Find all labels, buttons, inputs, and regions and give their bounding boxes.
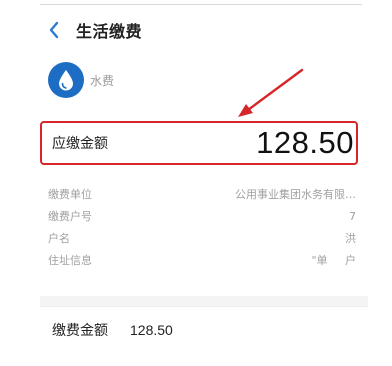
detail-row-name: 户名 洪: [48, 227, 356, 249]
nav-bar: 生活缴费: [48, 14, 142, 46]
detail-row-unit: 缴费单位 公用事业集团水务有限…: [48, 183, 356, 205]
detail-value: 7: [349, 209, 356, 223]
amount-due-value: 128.50: [256, 125, 354, 160]
bill-details: 缴费单位 公用事业集团水务有限… 缴费户号 7 户名 洪 住址信息 "单 户: [48, 183, 356, 271]
detail-label: 住址信息: [48, 254, 92, 267]
chevron-left-icon: [49, 21, 59, 39]
back-button[interactable]: [48, 19, 70, 41]
divider-line: [40, 306, 368, 307]
amount-due-label: 应缴金额: [52, 136, 108, 152]
detail-label: 缴费单位: [48, 188, 92, 201]
detail-label: 户名: [48, 232, 70, 245]
payment-screen: 生活缴费 水费 应缴金额 128.50 缴费单位 公用事业集团水务有限… 缴费户…: [0, 0, 392, 366]
pay-amount-label: 缴费金额: [52, 323, 108, 339]
detail-label: 缴费户号: [48, 210, 92, 223]
pay-amount-row: 缴费金额 128.50: [52, 320, 173, 340]
section-divider: [40, 296, 368, 306]
biz-type: 水费: [48, 62, 114, 98]
detail-row-account: 缴费户号 7: [48, 205, 356, 227]
water-drop-icon: [48, 62, 84, 98]
amount-due-box: 应缴金额 128.50: [40, 121, 358, 165]
detail-value: "单 户: [311, 254, 356, 267]
page-title: 生活缴费: [76, 22, 143, 41]
detail-row-address: 住址信息 "单 户: [48, 249, 356, 271]
top-divider: [40, 4, 362, 5]
biz-label: 水费: [90, 73, 115, 88]
detail-value: 公用事业集团水务有限…: [235, 188, 356, 201]
pay-amount-value: 128.50: [130, 322, 173, 338]
detail-value: 洪: [345, 232, 356, 245]
